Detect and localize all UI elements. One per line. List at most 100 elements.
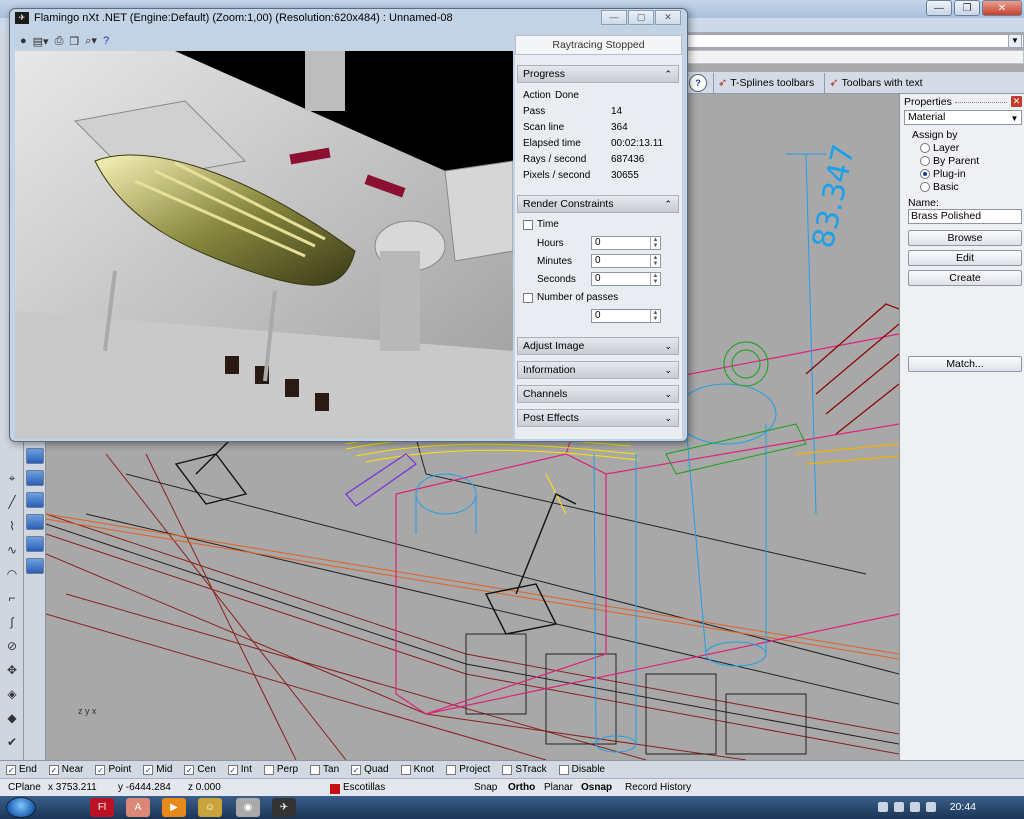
render-tool-icon[interactable] xyxy=(26,558,44,574)
radio-button[interactable] xyxy=(920,156,930,166)
osnap-project[interactable]: Project xyxy=(446,764,490,775)
radio-button[interactable] xyxy=(920,169,930,179)
radio-plug-in[interactable]: Plug-in xyxy=(920,168,966,180)
maximize-icon[interactable]: ▢ xyxy=(628,10,654,25)
radio-button[interactable] xyxy=(920,143,930,153)
osnap-checkbox[interactable] xyxy=(558,764,569,775)
help-icon[interactable]: ? xyxy=(689,73,707,92)
acrobat-app-icon[interactable]: A xyxy=(126,798,150,817)
osnap-checkbox[interactable] xyxy=(446,764,457,775)
start-button-icon[interactable] xyxy=(6,797,36,818)
gumball-icon[interactable]: ✥ xyxy=(2,660,22,680)
record-history-toggle[interactable]: Record History xyxy=(625,782,691,793)
osnap-near[interactable]: ✓ Near xyxy=(48,764,83,775)
rhino-app-icon[interactable]: ◉ xyxy=(236,798,260,817)
close-icon[interactable]: ✕ xyxy=(1011,96,1022,107)
print-icon[interactable]: ⎙ xyxy=(55,35,64,48)
taskbar-clock[interactable]: 20:44 xyxy=(950,801,976,813)
curve-edit-icon[interactable]: ∫ xyxy=(2,612,22,632)
surface-tool-icon[interactable] xyxy=(26,470,44,486)
volume-icon[interactable] xyxy=(926,802,936,812)
color-swatch-icon[interactable]: ◆ xyxy=(2,708,22,728)
check-icon[interactable]: ✔ xyxy=(2,732,22,752)
time-checkbox[interactable] xyxy=(523,220,533,230)
passes-checkbox[interactable] xyxy=(523,293,533,303)
osnap-checkbox[interactable]: ✓ xyxy=(6,764,16,775)
osnap-checkbox[interactable]: ✓ xyxy=(351,764,362,775)
flash-app-icon[interactable]: Fl xyxy=(90,798,114,817)
osnap-tan[interactable]: Tan xyxy=(310,764,339,775)
post-effects-header[interactable]: Post Effects ⌄ xyxy=(517,409,679,427)
minimize-icon[interactable]: — xyxy=(926,0,952,16)
browse-button[interactable]: Browse xyxy=(908,230,1022,246)
media-player-icon[interactable]: ▶ xyxy=(162,798,186,817)
close-icon[interactable]: ✕ xyxy=(982,0,1022,16)
arc-tool-icon[interactable]: ◠ xyxy=(2,564,22,584)
osnap-disable[interactable]: Disable xyxy=(558,764,605,775)
minutes-stepper[interactable]: 0 ▲ ▼ xyxy=(591,254,661,268)
radio-basic[interactable]: Basic xyxy=(920,181,959,193)
tab-toolbars-with-text[interactable]: ➶ Toolbars with text xyxy=(824,72,926,93)
fillet-tool-icon[interactable]: ⌐ xyxy=(2,588,22,608)
offset-tool-icon[interactable]: ⊘ xyxy=(2,636,22,656)
zoom-icon[interactable]: ⌕▾ xyxy=(85,34,97,48)
solid-tool-icon[interactable] xyxy=(26,536,44,552)
line-tool-icon[interactable]: ╱ xyxy=(2,492,22,512)
property-category-select[interactable]: Material ▼ xyxy=(904,110,1022,125)
messenger-app-icon[interactable]: ☺ xyxy=(198,798,222,817)
minimize-icon[interactable]: — xyxy=(601,10,627,25)
osnap-toggle[interactable]: Osnap xyxy=(581,782,612,793)
current-layer[interactable]: Escotillas xyxy=(343,782,385,793)
copy-icon[interactable]: ❐ xyxy=(69,35,79,48)
spin-arrows-icon[interactable]: ▲ ▼ xyxy=(650,273,660,285)
osnap-point[interactable]: ✓ Point xyxy=(95,764,131,775)
close-icon[interactable]: ✕ xyxy=(655,10,681,25)
seconds-stepper[interactable]: 0 ▲ ▼ xyxy=(591,272,661,286)
osnap-checkbox[interactable]: ✓ xyxy=(95,764,106,775)
network-icon[interactable] xyxy=(910,802,920,812)
surface-tool-icon[interactable] xyxy=(26,448,44,464)
xyz-point-icon[interactable]: ⌖ xyxy=(2,468,22,488)
snap-toggle[interactable]: Snap xyxy=(474,782,497,793)
osnap-knot[interactable]: Knot xyxy=(400,764,434,775)
information-header[interactable]: Information ⌄ xyxy=(517,361,679,379)
radio-button[interactable] xyxy=(920,182,930,192)
adjust-image-header[interactable]: Adjust Image ⌄ xyxy=(517,337,679,355)
maximize-icon[interactable]: ❐ xyxy=(954,0,980,16)
tab-tsplines-toolbars[interactable]: ➶ T-Splines toolbars xyxy=(713,72,818,93)
edit-button[interactable]: Edit xyxy=(908,250,1022,266)
flamingo-taskbar-icon[interactable]: ✈ xyxy=(272,798,296,817)
progress-section-header[interactable]: Progress ⌃ xyxy=(517,65,679,83)
polyline-tool-icon[interactable]: ⌇ xyxy=(2,516,22,536)
osnap-checkbox[interactable]: ✓ xyxy=(48,764,59,775)
radio-layer[interactable]: Layer xyxy=(920,142,959,154)
osnap-strack[interactable]: STrack xyxy=(502,764,547,775)
match-button[interactable]: Match... xyxy=(908,356,1022,372)
panel-grip[interactable] xyxy=(955,102,1007,104)
osnap-int[interactable]: ✓ Int xyxy=(227,764,252,775)
ortho-toggle[interactable]: Ortho xyxy=(508,782,535,793)
hours-stepper[interactable]: 0 ▲ ▼ xyxy=(591,236,661,250)
osnap-cen[interactable]: ✓ Cen xyxy=(184,764,216,775)
osnap-checkbox[interactable]: ✓ xyxy=(227,764,238,775)
spin-arrows-icon[interactable]: ▲ ▼ xyxy=(650,237,660,249)
osnap-checkbox[interactable]: ✓ xyxy=(184,764,195,775)
surface-tool-icon[interactable] xyxy=(26,492,44,508)
osnap-checkbox[interactable] xyxy=(502,764,513,775)
spin-arrows-icon[interactable]: ▲ ▼ xyxy=(650,255,660,267)
channels-header[interactable]: Channels ⌄ xyxy=(517,385,679,403)
osnap-mid[interactable]: ✓ Mid xyxy=(143,764,172,775)
osnap-checkbox[interactable] xyxy=(400,764,411,775)
passes-stepper[interactable]: 0 ▲ ▼ xyxy=(591,309,661,323)
material-name-field[interactable]: Brass Polished xyxy=(908,209,1022,224)
planar-toggle[interactable]: Planar xyxy=(544,782,573,793)
command-history-field[interactable] xyxy=(685,34,1024,48)
osnap-perp[interactable]: Perp xyxy=(263,764,298,775)
stop-render-icon[interactable]: ● xyxy=(20,35,27,47)
spin-arrows-icon[interactable]: ▲ ▼ xyxy=(650,310,660,322)
help-icon[interactable]: ? xyxy=(103,35,109,47)
osnap-checkbox[interactable]: ✓ xyxy=(143,764,154,775)
osnap-checkbox[interactable] xyxy=(310,764,321,775)
osnap-checkbox[interactable] xyxy=(263,764,274,775)
create-button[interactable]: Create xyxy=(908,270,1022,286)
